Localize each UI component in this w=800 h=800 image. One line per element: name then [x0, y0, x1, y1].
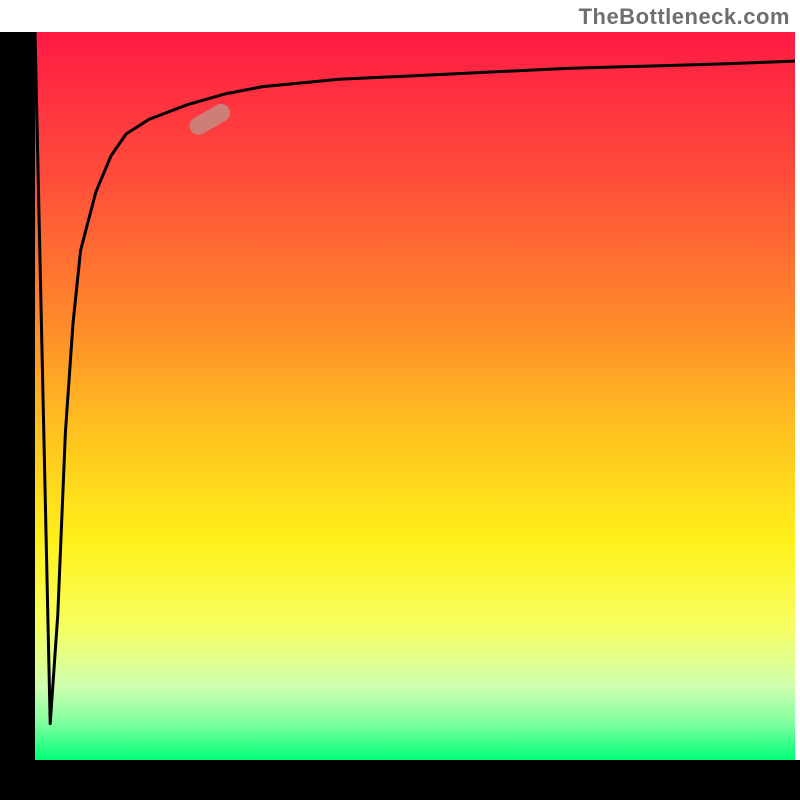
chart-stage: TheBottleneck.com: [0, 0, 800, 800]
bottleneck-chart: [0, 0, 800, 800]
watermark-text: TheBottleneck.com: [579, 4, 790, 30]
x-axis: [0, 760, 800, 800]
y-axis: [0, 32, 35, 800]
gradient-background: [35, 32, 795, 760]
